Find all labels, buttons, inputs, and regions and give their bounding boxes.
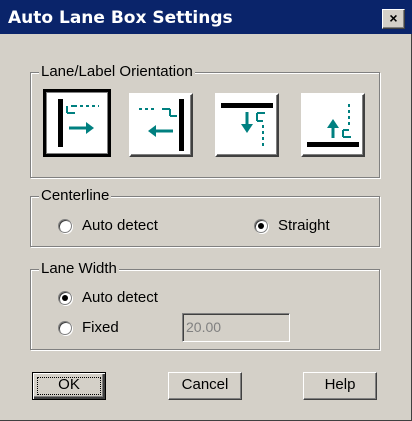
orientation-left-lane-button[interactable]: [43, 89, 111, 157]
left-lane-right-arrow-icon: [58, 99, 99, 147]
cancel-button[interactable]: Cancel: [168, 372, 242, 400]
lane-width-fixed-label[interactable]: Fixed: [82, 319, 119, 337]
cancel-button-label: Cancel: [181, 376, 229, 393]
right-lane-left-arrow-icon: [139, 99, 184, 151]
close-icon: ×: [389, 10, 398, 26]
fixed-width-value: 20.00: [186, 319, 222, 335]
fixed-width-input[interactable]: 20.00: [182, 313, 290, 342]
orientation-group-label: Lane/Label Orientation: [39, 63, 195, 81]
orientation-top-lane-button[interactable]: [215, 93, 279, 157]
focus-rect: [37, 377, 101, 395]
help-button[interactable]: Help: [303, 372, 377, 400]
lane-width-auto-radio[interactable]: [58, 291, 72, 305]
bottom-lane-up-arrow-icon: [307, 101, 359, 147]
centerline-auto-label[interactable]: Auto detect: [82, 217, 158, 235]
centerline-straight-label[interactable]: Straight: [278, 217, 330, 235]
centerline-group-label: Centerline: [39, 187, 112, 205]
centerline-straight-radio[interactable]: [254, 219, 268, 233]
centerline-group: Centerline Auto detect Straight: [30, 187, 380, 247]
close-button[interactable]: ×: [382, 9, 405, 29]
auto-lane-box-settings-dialog: Auto Lane Box Settings × Lane/Label Orie…: [0, 0, 412, 421]
radio-selected-dot: [62, 295, 68, 301]
window-title: Auto Lane Box Settings: [8, 8, 233, 28]
orientation-group: Lane/Label Orientation: [30, 63, 380, 178]
centerline-auto-radio[interactable]: [58, 219, 72, 233]
lane-width-group: Lane Width Auto detect Fixed 20.00: [30, 260, 380, 350]
help-button-label: Help: [324, 376, 356, 393]
lane-width-auto-label[interactable]: Auto detect: [82, 289, 158, 307]
orientation-right-lane-button[interactable]: [129, 93, 193, 157]
ok-button[interactable]: OK: [32, 372, 106, 400]
orientation-bottom-lane-button[interactable]: [301, 93, 365, 157]
lane-width-group-label: Lane Width: [39, 260, 119, 278]
radio-selected-dot: [258, 223, 264, 229]
lane-width-fixed-radio[interactable]: [58, 321, 72, 335]
title-bar[interactable]: Auto Lane Box Settings ×: [0, 0, 412, 34]
top-lane-down-arrow-icon: [221, 103, 273, 149]
